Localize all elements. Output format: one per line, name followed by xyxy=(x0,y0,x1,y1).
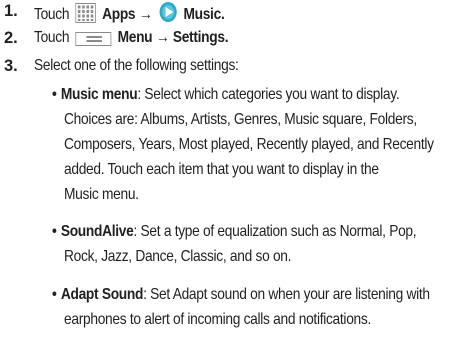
manual-page: 1. Touch Apps → Music. 2. Touch Menu → S… xyxy=(0,0,474,362)
setting-soundalive-name: SoundAlive xyxy=(60,223,134,240)
step-3-number: 3. xyxy=(4,57,18,75)
step-2-prefix: Touch xyxy=(34,29,70,46)
setting-music-menu-desc-1: : Select which categories you want to di… xyxy=(137,86,400,103)
step-1-arrow: → xyxy=(138,6,153,23)
setting-soundalive-desc-2: Rock, Jazz, Dance, Classic, and so on. xyxy=(64,248,292,265)
step-1-text: Touch Apps → Music. xyxy=(34,1,225,29)
step-1-music-label: Music xyxy=(183,6,221,23)
apps-grid-icon xyxy=(75,3,96,29)
step-3-text: Select one of the following settings: xyxy=(34,57,239,74)
step-2-arrow: → xyxy=(155,29,170,46)
step-2-settings-label: Settings xyxy=(172,29,225,46)
setting-soundalive: • SoundAlive: Set a type of equalization … xyxy=(52,222,417,242)
step-1-end: . xyxy=(220,6,225,23)
setting-soundalive-desc-1: : Set a type of equalization such as Nor… xyxy=(133,223,417,240)
step-1-number: 1. xyxy=(4,2,18,20)
menu-key-icon xyxy=(75,32,112,52)
setting-music-menu-desc-2: Choices are: Albums, Artists, Genres, Mu… xyxy=(64,111,417,128)
music-app-icon xyxy=(158,1,177,29)
bullet: • xyxy=(52,223,57,240)
step-2-number: 2. xyxy=(4,29,18,47)
setting-music-menu-desc-5: Music menu. xyxy=(64,186,139,203)
step-2-text: Touch Menu → Settings. xyxy=(34,28,229,52)
bullet: • xyxy=(52,86,57,103)
setting-adapt-sound-name: Adapt Sound xyxy=(60,286,144,303)
step-1-prefix: Touch xyxy=(34,6,70,23)
setting-adapt-sound-desc-2: earphones to alert of incoming calls and… xyxy=(64,311,372,328)
step-1-apps-label: Apps xyxy=(102,6,136,23)
setting-adapt-sound: • Adapt Sound: Set Adapt sound on when yo… xyxy=(52,285,430,305)
setting-adapt-sound-desc-1: : Set Adapt sound on when your are liste… xyxy=(143,286,430,303)
bullet: • xyxy=(52,286,57,303)
setting-music-menu-name: Music menu xyxy=(60,86,138,103)
setting-music-menu-desc-3: Composers, Years, Most played, Recently … xyxy=(64,136,434,153)
step-2-end: . xyxy=(224,29,229,46)
step-2-menu-label: Menu xyxy=(117,29,153,46)
setting-music-menu-desc-4: added. Touch each item that you want to … xyxy=(64,161,379,178)
setting-music-menu: • Music menu: Select which categories you… xyxy=(52,85,400,105)
